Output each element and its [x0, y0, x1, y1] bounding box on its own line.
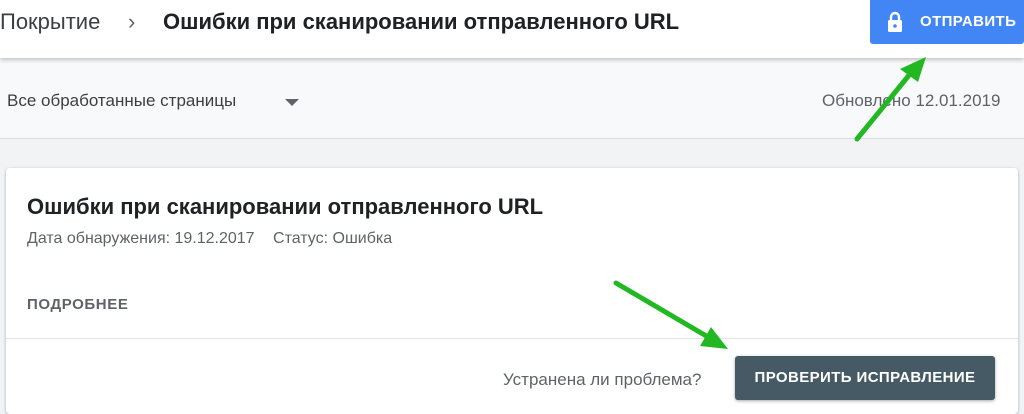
detection-date: Дата обнаружения: 19.12.2017: [27, 230, 255, 247]
breadcrumb-coverage[interactable]: Покрытие: [0, 9, 100, 35]
caret-down-icon: [285, 99, 299, 106]
issue-title: Ошибки при сканировании отправленного UR…: [27, 194, 544, 219]
page-header: Покрытие › Ошибки при сканировании отпра…: [0, 0, 1024, 58]
details-link[interactable]: ПОДРОБНЕЕ: [27, 296, 128, 313]
submit-button-label: ОТПРАВИТЬ: [920, 13, 1017, 30]
issue-card: Ошибки при сканировании отправленного UR…: [6, 168, 1018, 414]
lock-icon: [888, 11, 902, 32]
card-divider: [6, 338, 1018, 339]
page-title: Ошибки при сканировании отправленного UR…: [163, 9, 680, 34]
last-updated-text: Обновлено 12.01.2019: [822, 91, 1001, 110]
fix-question: Устранена ли проблема?: [503, 370, 702, 389]
submit-button[interactable]: ОТПРАВИТЬ: [870, 0, 1024, 44]
status-text: Статус: Ошибка: [273, 230, 393, 247]
breadcrumb-separator: ›: [128, 9, 136, 34]
issue-meta: Дата обнаружения: 19.12.2017 Статус: Оши…: [27, 230, 392, 248]
validate-fix-button[interactable]: ПРОВЕРИТЬ ИСПРАВЛЕНИЕ: [735, 356, 995, 400]
filter-bar: Все обработанные страницы Обновлено 12.0…: [0, 58, 1024, 139]
pages-filter-value: Все обработанные страницы: [7, 91, 237, 110]
